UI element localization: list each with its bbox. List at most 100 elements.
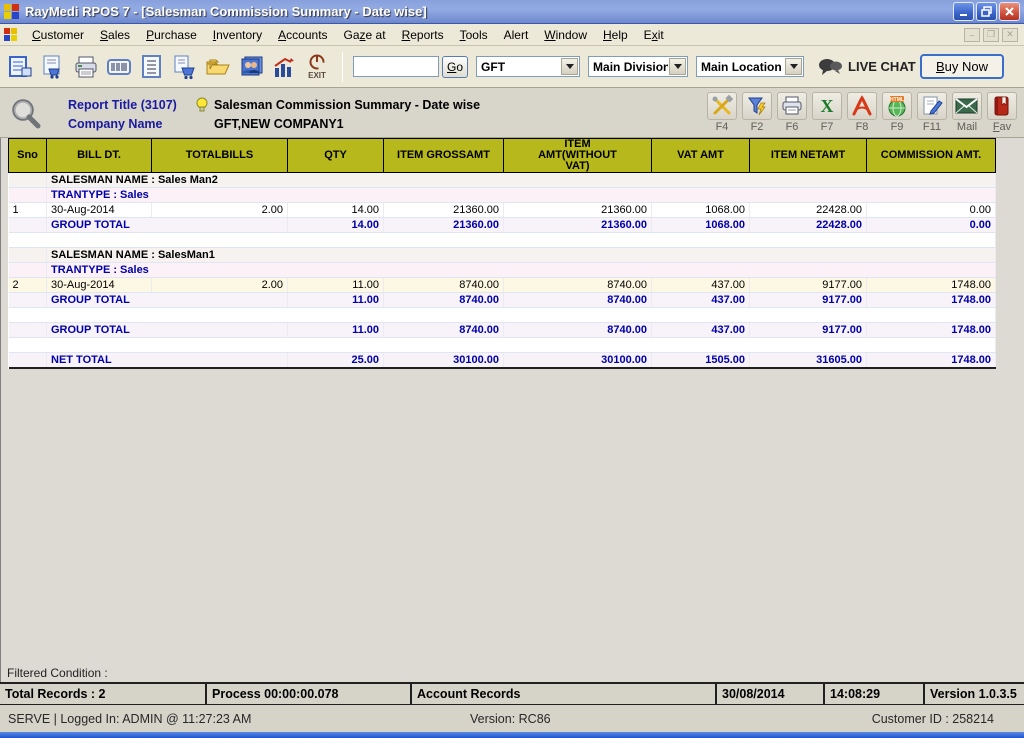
live-chat-link[interactable]: LIVE CHAT <box>818 58 916 76</box>
menu-item-customer[interactable]: Customer <box>24 25 92 45</box>
company-select-value: GFT <box>477 60 560 74</box>
menu-item-alert[interactable]: Alert <box>496 25 537 45</box>
table-cell: 1748.00 <box>867 323 996 338</box>
window-title: RayMedi RPOS 7 - [Salesman Commission Su… <box>25 4 953 19</box>
search-input[interactable] <box>353 56 439 77</box>
table-cell: 0.00 <box>867 218 996 233</box>
table-row[interactable]: 130-Aug-20142.0014.0021360.0021360.00106… <box>9 203 996 218</box>
table-cell: 30-Aug-2014 <box>47 203 152 218</box>
column-header-qty[interactable]: QTY <box>288 139 384 173</box>
table-cell <box>9 308 996 323</box>
menu-item-reports[interactable]: Reports <box>394 25 452 45</box>
status-cell-0: Total Records : 2 <box>0 684 207 704</box>
column-header-totalbills[interactable]: TOTALBILLS <box>152 139 288 173</box>
column-header-bill-dt-[interactable]: BILL DT. <box>47 139 152 173</box>
table-cell: 21360.00 <box>504 203 652 218</box>
menu-item-exit[interactable]: Exit <box>636 25 672 45</box>
menu-item-gaze-at[interactable]: Gaze at <box>336 25 394 45</box>
fn-button-f7[interactable]: XF7 <box>811 92 843 133</box>
column-header-item-netamt[interactable]: ITEM NETAMT <box>750 139 867 173</box>
menu-item-accounts[interactable]: Accounts <box>270 25 335 45</box>
table-row: TRANTYPE : Sales <box>9 263 996 278</box>
report-content-area: SnoBILL DT.TOTALBILLSQTYITEM GROSSAMTITE… <box>0 138 1024 665</box>
table-cell: 1068.00 <box>652 218 750 233</box>
fn-button-f9[interactable]: HTMLF9 <box>881 92 913 133</box>
chevron-down-icon[interactable] <box>669 58 686 75</box>
item-list-icon[interactable] <box>138 52 166 82</box>
menu-item-sales[interactable]: Sales <box>92 25 138 45</box>
print-icon[interactable] <box>72 52 100 82</box>
table-cell: GROUP TOTAL <box>47 293 288 308</box>
lightbulb-icon <box>196 97 208 113</box>
menu-item-tools[interactable]: Tools <box>452 25 496 45</box>
main-toolbar: EXIT Go GFT Main Division Main Location … <box>0 46 1024 88</box>
company-select[interactable]: GFT <box>476 56 580 77</box>
table-cell: TRANTYPE : Sales <box>47 263 996 278</box>
column-header-item-grossamt[interactable]: ITEM GROSSAMT <box>384 139 504 173</box>
menu-item-inventory[interactable]: Inventory <box>205 25 270 45</box>
table-cell: 22428.00 <box>750 203 867 218</box>
menu-item-help[interactable]: Help <box>595 25 636 45</box>
child-close-icon[interactable]: ✕ <box>1002 28 1018 42</box>
division-select[interactable]: Main Division <box>588 56 688 77</box>
status-cell-2: Account Records <box>412 684 717 704</box>
app-window: RayMedi RPOS 7 - [Salesman Commission Su… <box>0 0 1024 738</box>
fn-key-label: F7 <box>821 121 834 133</box>
fn-button-f6[interactable]: F6 <box>776 92 808 133</box>
table-cell <box>9 188 47 203</box>
open-folder-icon[interactable] <box>204 52 232 82</box>
analytics-chart-icon[interactable] <box>270 52 298 82</box>
minimize-icon[interactable] <box>953 2 974 21</box>
chevron-down-icon[interactable] <box>785 58 802 75</box>
search-icon <box>8 96 44 135</box>
fn-button-fav[interactable]: Fav <box>986 92 1018 133</box>
html-icon: HTML <box>882 92 912 120</box>
purchase-cart-icon[interactable] <box>171 52 199 82</box>
go-button[interactable]: Go <box>442 56 468 78</box>
child-window-icon <box>4 28 18 42</box>
menu-item-purchase[interactable]: Purchase <box>138 25 205 45</box>
column-header-vat-amt[interactable]: VAT AMT <box>652 139 750 173</box>
menu-item-window[interactable]: Window <box>536 25 595 45</box>
buy-now-button[interactable]: Buy Now <box>920 54 1004 79</box>
fn-button-f4[interactable]: F4 <box>706 92 738 133</box>
customers-icon[interactable] <box>237 52 265 82</box>
table-cell: 1748.00 <box>867 278 996 293</box>
report-title-label: Report Title (3107) <box>68 98 190 112</box>
window-bottom-border <box>0 732 1024 738</box>
child-restore-icon[interactable]: ❐ <box>983 28 999 42</box>
filter-icon <box>742 92 772 120</box>
child-minimize-icon[interactable]: – <box>964 28 980 42</box>
table-row[interactable]: 230-Aug-20142.0011.008740.008740.00437.0… <box>9 278 996 293</box>
chevron-down-icon[interactable] <box>561 58 578 75</box>
table-cell: GROUP TOTAL <box>47 323 288 338</box>
column-header-commission-amt-[interactable]: COMMISSION AMT. <box>867 139 996 173</box>
table-row: SALESMAN NAME : SalesMan1 <box>9 248 996 263</box>
fn-key-label: F6 <box>786 121 799 133</box>
fn-button-f8[interactable]: F8 <box>846 92 878 133</box>
barcode-icon[interactable] <box>105 52 133 82</box>
table-row: GROUP TOTAL11.008740.008740.00437.009177… <box>9 323 996 338</box>
table-cell <box>9 353 47 368</box>
table-cell: 8740.00 <box>504 323 652 338</box>
table-row <box>9 308 996 323</box>
table-cell: 1748.00 <box>867 293 996 308</box>
column-header-sno[interactable]: Sno <box>9 139 47 173</box>
fn-button-f11[interactable]: F11 <box>916 92 948 133</box>
table-cell <box>9 218 47 233</box>
app-logo-icon <box>4 4 20 20</box>
fn-key-label: F4 <box>716 121 729 133</box>
session-customer-id: Customer ID : 258214 <box>872 712 994 726</box>
exit-icon[interactable]: EXIT <box>303 52 331 82</box>
close-icon[interactable] <box>999 2 1020 21</box>
invoice-report-icon[interactable] <box>6 52 34 82</box>
location-select[interactable]: Main Location <box>696 56 804 77</box>
restore-icon[interactable] <box>976 2 997 21</box>
column-header-item[interactable]: ITEM AMT(WITHOUT VAT) <box>504 139 652 173</box>
fn-button-f2[interactable]: F2 <box>741 92 773 133</box>
company-name-value: GFT,NEW COMPANY1 <box>214 117 344 131</box>
table-cell: 2 <box>9 278 47 293</box>
fn-button-mail[interactable]: Mail <box>951 92 983 133</box>
fn-key-label: F11 <box>923 121 941 133</box>
sales-document-icon[interactable] <box>39 52 67 82</box>
